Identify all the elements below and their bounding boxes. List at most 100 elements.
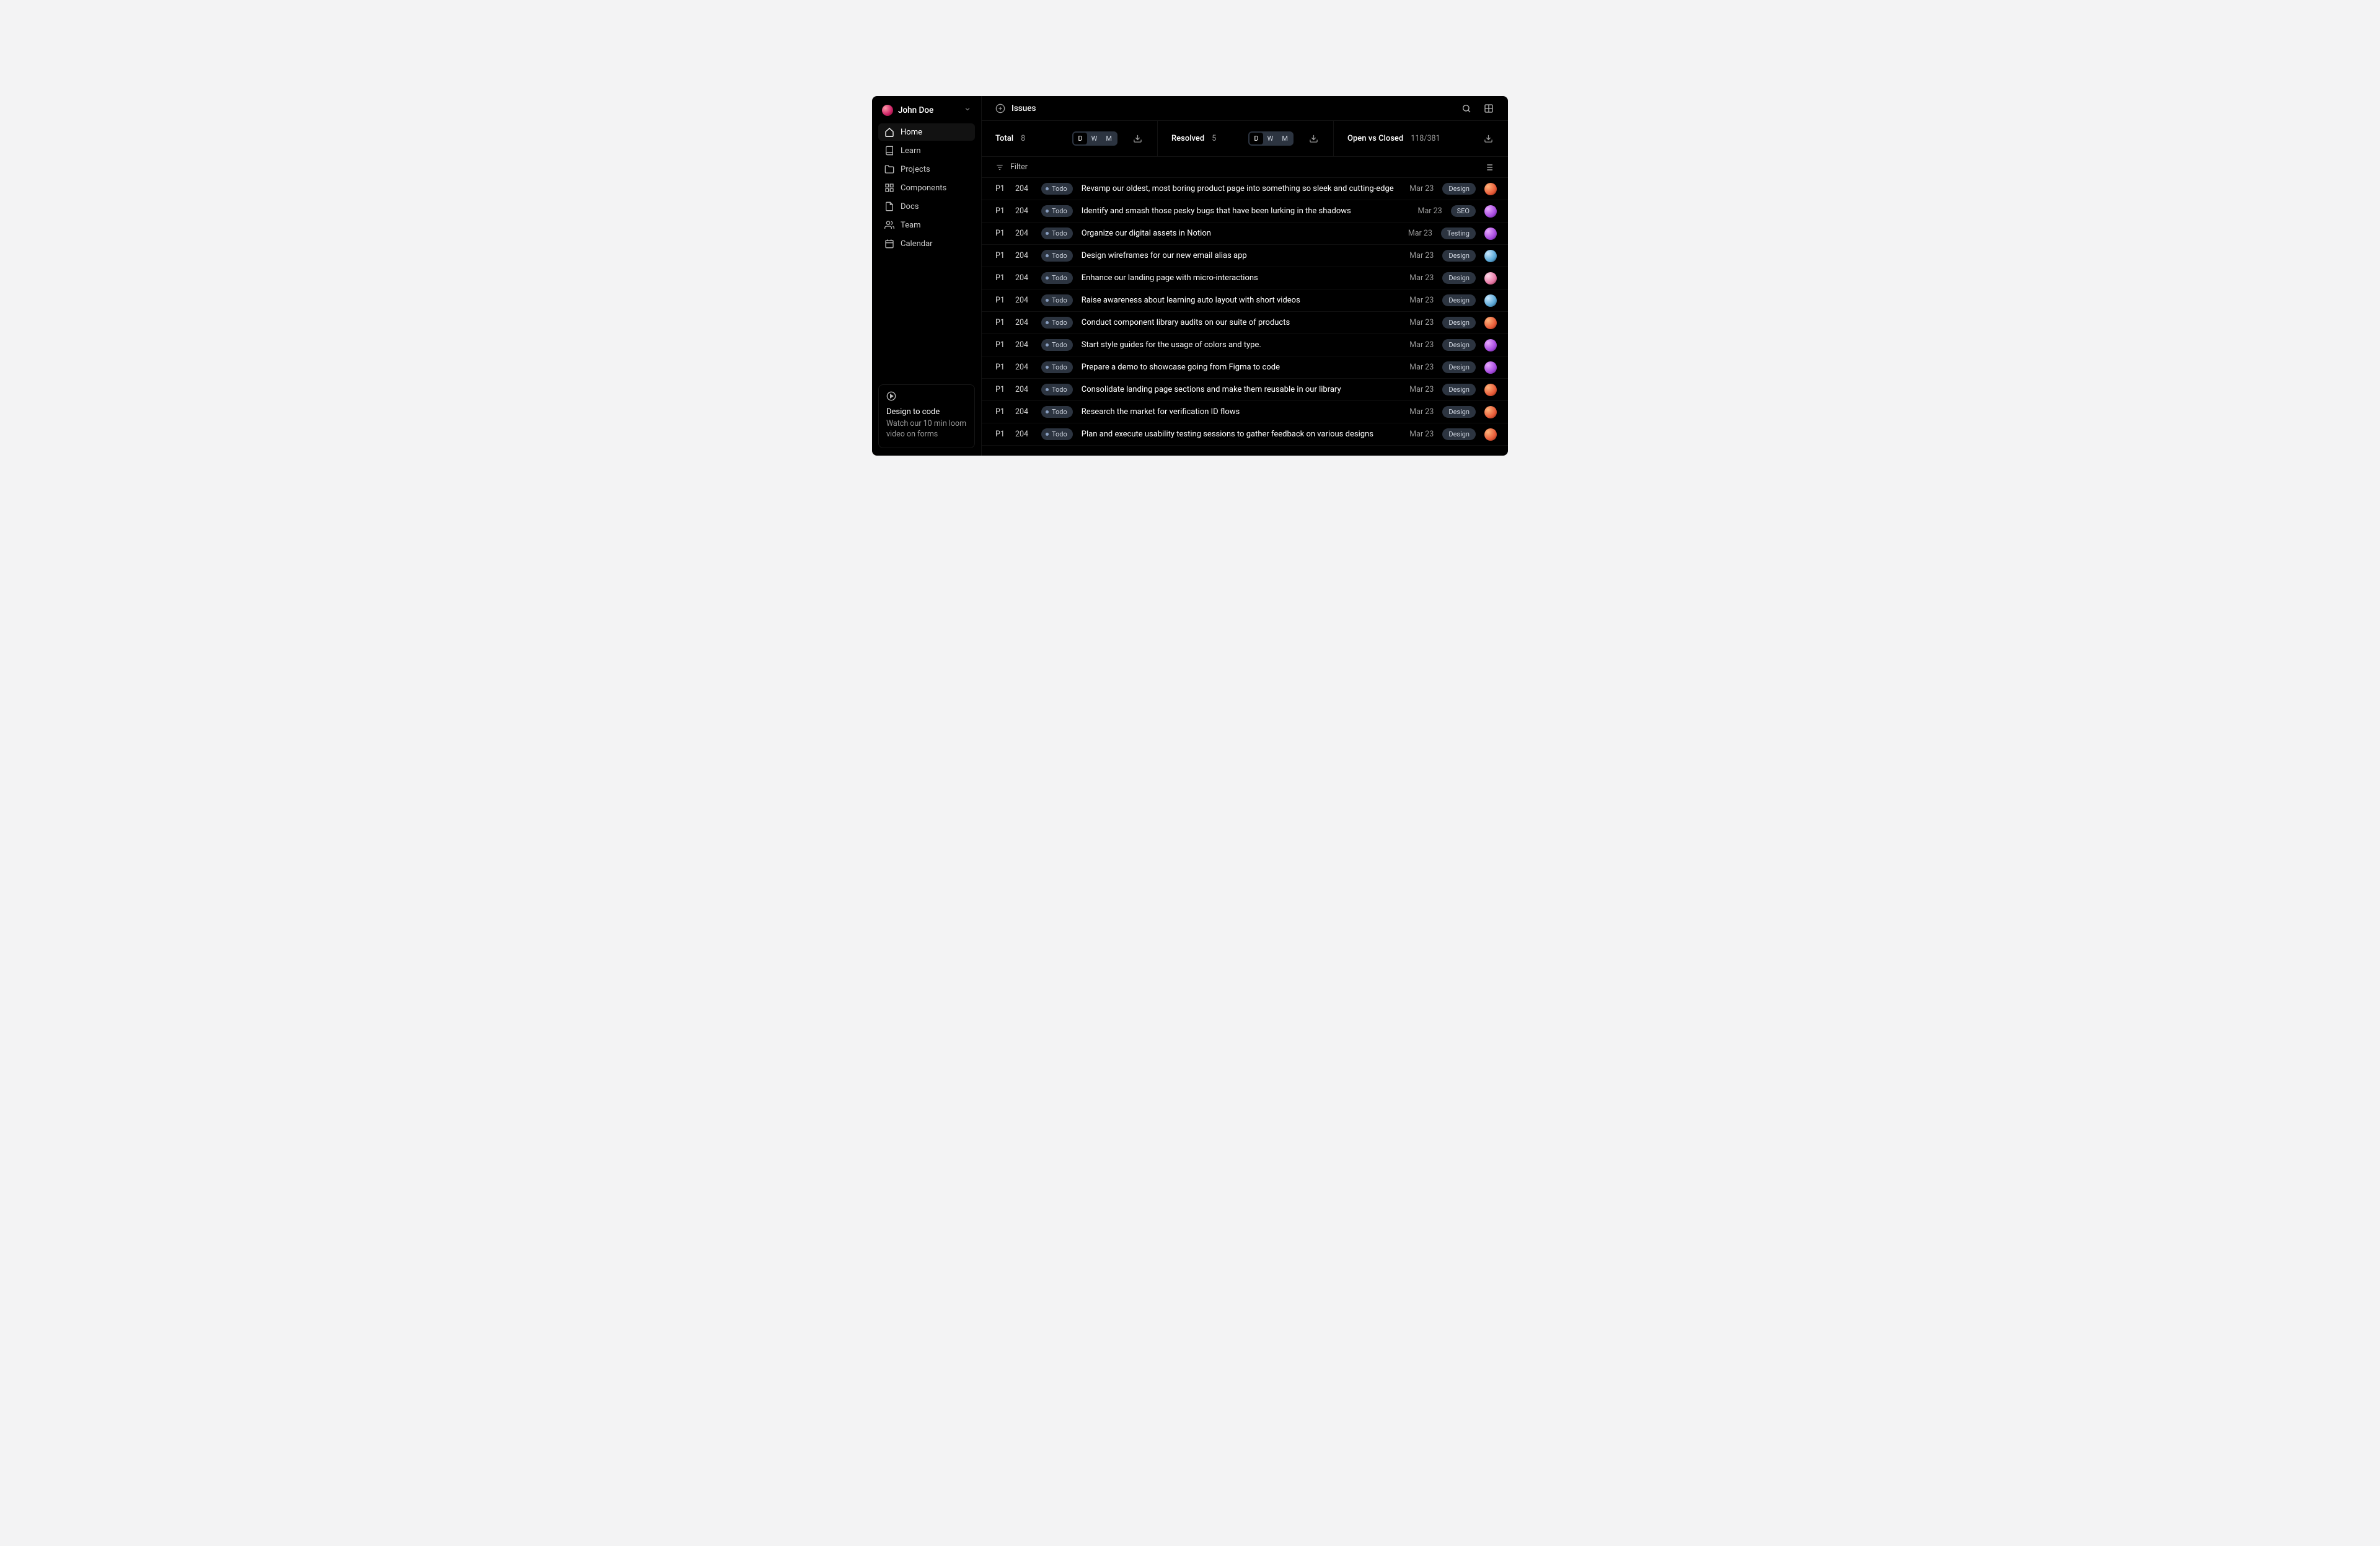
issue-title: Raise awareness about learning auto layo… (1082, 296, 1401, 305)
status-dot-icon (1046, 321, 1049, 324)
issue-row[interactable]: P1204TodoConduct component library audit… (982, 312, 1508, 334)
sidebar-item-projects[interactable]: Projects (878, 161, 975, 178)
status-dot-icon (1046, 232, 1049, 235)
issue-date: Mar 23 (1418, 206, 1442, 216)
issue-row[interactable]: P1204TodoIdentify and smash those pesky … (982, 200, 1508, 223)
issue-tag: Design (1442, 384, 1476, 395)
assignee-avatar (1484, 294, 1497, 307)
issue-number: 204 (1015, 318, 1033, 327)
issue-row[interactable]: P1204TodoRevamp our oldest, most boring … (982, 178, 1508, 200)
sidebar-item-label: Components (901, 183, 946, 193)
download-button[interactable] (1307, 134, 1320, 143)
issue-list[interactable]: P1204TodoRevamp our oldest, most boring … (982, 178, 1508, 456)
issue-row[interactable]: P1204TodoRaise awareness about learning … (982, 289, 1508, 312)
issue-number: 204 (1015, 229, 1033, 238)
issue-date: Mar 23 (1409, 385, 1434, 394)
chevron-down-icon (964, 105, 971, 115)
issue-title: Enhance our landing page with micro-inte… (1082, 273, 1401, 283)
users-icon (884, 220, 894, 230)
segmented-control: DWM (1248, 131, 1294, 146)
download-button[interactable] (1131, 134, 1144, 143)
issue-row[interactable]: P1204TodoOrganize our digital assets in … (982, 223, 1508, 245)
issue-tag: Design (1442, 428, 1476, 440)
sidebar-item-team[interactable]: Team (878, 216, 975, 234)
status-badge: Todo (1041, 294, 1073, 306)
issue-priority: P1 (995, 385, 1007, 394)
download-icon (1309, 134, 1318, 143)
issue-date: Mar 23 (1409, 296, 1434, 305)
list-view-button[interactable] (1481, 159, 1497, 175)
stat-label: Total (995, 134, 1013, 143)
assignee-avatar (1484, 183, 1497, 195)
seg-btn-w[interactable]: W (1087, 133, 1102, 144)
status-dot-icon (1046, 276, 1049, 280)
issue-title: Prepare a demo to showcase going from Fi… (1082, 363, 1401, 372)
stats-bar: Total8DWMResolved5DWMOpen vs Closed118/3… (982, 121, 1508, 157)
issue-row[interactable]: P1204TodoPlan and execute usability test… (982, 423, 1508, 446)
topbar: Issues (982, 96, 1508, 121)
promo-card[interactable]: Design to code Watch our 10 min loom vid… (878, 384, 975, 448)
sidebar-item-label: Projects (901, 165, 930, 174)
issue-title: Conduct component library audits on our … (1082, 318, 1401, 327)
issue-row[interactable]: P1204TodoResearch the market for verific… (982, 401, 1508, 423)
issue-tag: SEO (1451, 205, 1476, 217)
issue-row[interactable]: P1204TodoPrepare a demo to showcase goin… (982, 356, 1508, 379)
book-icon (884, 146, 894, 156)
main-panel: Issues Total8DWMResolved5DWMOpen vs Clos… (982, 96, 1508, 456)
download-button[interactable] (1482, 134, 1494, 143)
user-name: John Doe (898, 105, 959, 115)
sidebar-item-learn[interactable]: Learn (878, 142, 975, 159)
layout-button[interactable] (1481, 100, 1497, 117)
issue-title: Organize our digital assets in Notion (1082, 229, 1399, 238)
sidebar-item-home[interactable]: Home (878, 123, 975, 141)
seg-btn-d[interactable]: D (1250, 133, 1263, 144)
issue-row[interactable]: P1204TodoDesign wireframes for our new e… (982, 245, 1508, 267)
page-title: Issues (1011, 104, 1036, 113)
issue-number: 204 (1015, 206, 1033, 216)
seg-btn-w[interactable]: W (1263, 133, 1278, 144)
issue-number: 204 (1015, 251, 1033, 260)
sidebar-nav: HomeLearn Projects Components DocsTeam Calen… (878, 123, 975, 252)
status-badge: Todo (1041, 406, 1073, 418)
sidebar-item-components[interactable]: Components (878, 179, 975, 197)
issue-row[interactable]: P1204TodoEnhance our landing page with m… (982, 267, 1508, 289)
filter-label[interactable]: Filter (1010, 162, 1028, 172)
status-dot-icon (1046, 388, 1049, 391)
sidebar: John Doe HomeLearn Projects Components Docs… (872, 96, 982, 456)
issue-row[interactable]: P1204TodoStart style guides for the usag… (982, 334, 1508, 356)
status-badge: Todo (1041, 428, 1073, 440)
plus-circle-icon[interactable] (995, 104, 1005, 113)
issue-number: 204 (1015, 407, 1033, 417)
issue-title: Design wireframes for our new email alia… (1082, 251, 1401, 260)
status-dot-icon (1046, 366, 1049, 369)
assignee-avatar (1484, 227, 1497, 240)
sidebar-item-calendar[interactable]: Calendar (878, 235, 975, 252)
seg-btn-d[interactable]: D (1073, 133, 1086, 144)
status-dot-icon (1046, 254, 1049, 257)
issue-title: Consolidate landing page sections and ma… (1082, 385, 1401, 394)
search-button[interactable] (1458, 100, 1474, 117)
sidebar-item-docs[interactable]: Docs (878, 198, 975, 215)
issue-row[interactable]: P1204TodoConsolidate landing page sectio… (982, 379, 1508, 401)
user-menu[interactable]: John Doe (878, 102, 975, 121)
issue-title: Plan and execute usability testing sessi… (1082, 430, 1401, 439)
app-window: John Doe HomeLearn Projects Components Docs… (872, 96, 1508, 456)
seg-btn-m[interactable]: M (1277, 133, 1292, 144)
issue-date: Mar 23 (1409, 430, 1434, 439)
status-badge: Todo (1041, 272, 1073, 284)
issue-priority: P1 (995, 229, 1007, 238)
filter-icon[interactable] (995, 163, 1004, 172)
status-badge: Todo (1041, 250, 1073, 262)
issue-number: 204 (1015, 273, 1033, 283)
calendar-icon (884, 239, 894, 249)
issue-date: Mar 23 (1409, 184, 1434, 193)
stat-label: Resolved (1171, 134, 1204, 143)
issue-date: Mar 23 (1408, 229, 1432, 238)
issue-date: Mar 23 (1409, 340, 1434, 350)
sidebar-item-label: Calendar (901, 239, 933, 249)
issue-tag: Design (1442, 339, 1476, 351)
seg-btn-m[interactable]: M (1101, 133, 1116, 144)
issue-number: 204 (1015, 340, 1033, 350)
issue-date: Mar 23 (1409, 273, 1434, 283)
user-avatar (882, 105, 893, 116)
